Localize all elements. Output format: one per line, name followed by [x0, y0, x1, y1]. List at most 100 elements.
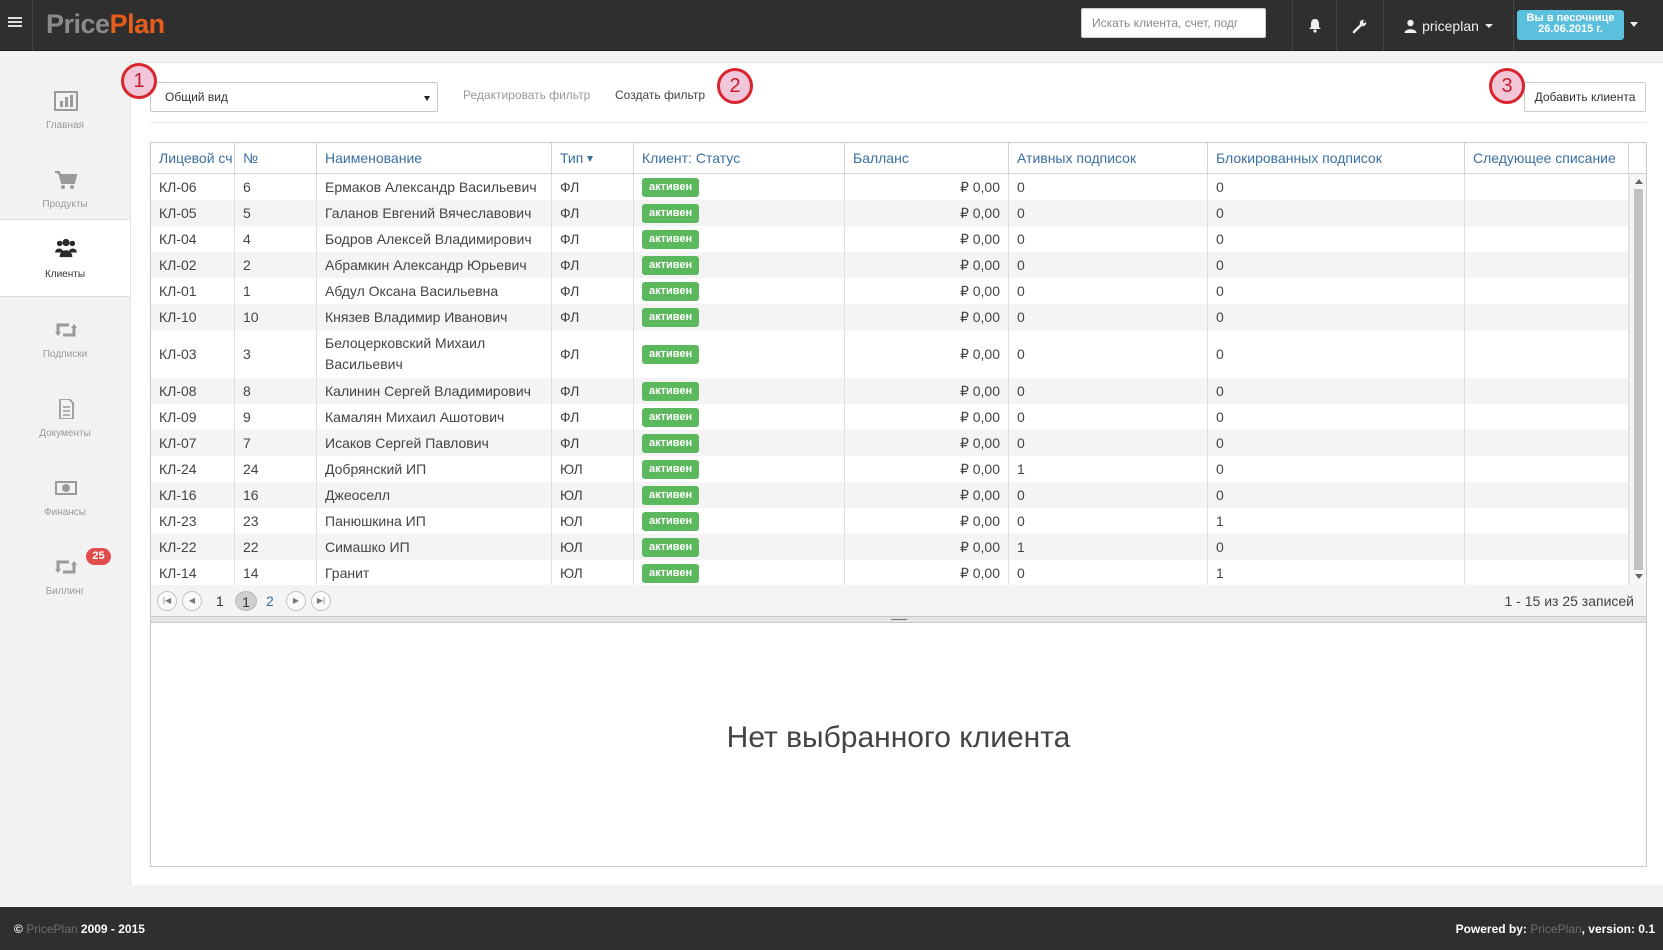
- global-search-input[interactable]: [1081, 8, 1266, 38]
- cell-blocked-subscriptions: 0: [1208, 304, 1465, 330]
- table-row[interactable]: КЛ-07 7 Исаков Сергей Павлович ФЛ активен ₽ 0…: [151, 430, 1629, 456]
- prev-page-icon[interactable]: ◀: [182, 591, 202, 611]
- chevron-down-icon: [1484, 23, 1493, 28]
- cart-icon: [55, 171, 78, 189]
- sidebar-item-products[interactable]: Продукты: [0, 150, 130, 227]
- scroll-up-icon[interactable]: [1635, 179, 1643, 184]
- user-menu-button[interactable]: priceplan: [1383, 0, 1513, 51]
- cell-active-subscriptions: 0: [1009, 278, 1208, 304]
- cell-name: Галанов Евгений Вячеславович: [317, 200, 552, 226]
- version-text: , version: 0.1: [1581, 922, 1655, 936]
- column-header-next-charge[interactable]: Следующее списание: [1465, 143, 1629, 174]
- settings-button[interactable]: [1336, 0, 1383, 51]
- table-row[interactable]: КЛ-03 3 Белоцерковский Михаил Васильевич ФЛ…: [151, 330, 1629, 378]
- cell-blocked-subscriptions: 0: [1208, 482, 1465, 508]
- scrollbar-thumb[interactable]: [1634, 189, 1643, 570]
- column-header-number[interactable]: №: [235, 143, 317, 174]
- cell-status: активен: [634, 278, 845, 304]
- column-header-blocked-subscriptions[interactable]: Блокированных подписок: [1208, 143, 1465, 174]
- cell-name: Калинин Сергей Владимирович: [317, 378, 552, 404]
- add-client-button[interactable]: Добавить клиента: [1524, 82, 1646, 112]
- retweet-icon: [55, 560, 77, 574]
- sidebar-item-label: Биллинг: [45, 586, 85, 597]
- table-body: КЛ-06 6 Ермаков Александр Васильевич ФЛ акти…: [151, 174, 1629, 585]
- cell-number: 23: [235, 508, 317, 534]
- footer: © PricePlan 2009 - 2015 Powered by: Pric…: [0, 907, 1663, 950]
- column-header-active-subscriptions[interactable]: Ативных подписок: [1009, 143, 1208, 174]
- sandbox-badge[interactable]: Вы в песочнице 26.06.2015 г.: [1517, 10, 1624, 40]
- user-name: priceplan: [1422, 17, 1479, 34]
- cell-active-subscriptions: 0: [1009, 430, 1208, 456]
- table-row[interactable]: КЛ-02 2 Абрамкин Александр Юрьевич ФЛ активе…: [151, 252, 1629, 278]
- cell-number: 22: [235, 534, 317, 560]
- sidebar-item-home[interactable]: Главная: [0, 71, 130, 148]
- table-row[interactable]: КЛ-24 24 Добрянский ИП ЮЛ активен ₽ 0,00 1 0: [151, 456, 1629, 482]
- cell-name: Абдул Оксана Васильевна: [317, 278, 552, 304]
- column-header-type[interactable]: Тип: [552, 143, 634, 174]
- column-header-name[interactable]: Наименование: [317, 143, 552, 174]
- cell-active-subscriptions: 0: [1009, 560, 1208, 585]
- page-link-1[interactable]: 1: [216, 591, 224, 611]
- table-row[interactable]: КЛ-23 23 Панюшкина ИП ЮЛ активен ₽ 0,00 0 1: [151, 508, 1629, 534]
- menu-toggle-button[interactable]: [0, 0, 33, 51]
- pager-info: 1 - 15 из 25 записей: [1504, 593, 1635, 609]
- table-row[interactable]: КЛ-01 1 Абдул Оксана Васильевна ФЛ активен ₽ …: [151, 278, 1629, 304]
- sidebar-item-billing[interactable]: Биллинг: [0, 537, 130, 614]
- cell-type: ЮЛ: [552, 482, 634, 508]
- sandbox-date: 26.06.2015 г.: [1538, 23, 1603, 35]
- table-scrollbar[interactable]: [1629, 174, 1646, 585]
- cell-active-subscriptions: 0: [1009, 508, 1208, 534]
- column-header-account[interactable]: Лицевой сч: [151, 143, 235, 174]
- table-row[interactable]: КЛ-10 10 Князев Владимир Иванович ФЛ активен…: [151, 304, 1629, 330]
- sidebar-item-clients[interactable]: Клиенты: [0, 219, 130, 297]
- cell-active-subscriptions: 0: [1009, 304, 1208, 330]
- cell-type: ЮЛ: [552, 456, 634, 482]
- money-icon: [55, 481, 77, 495]
- app-logo[interactable]: PricePlan: [46, 9, 165, 40]
- edit-filter-link[interactable]: Редактировать фильтр: [463, 88, 590, 102]
- next-page-icon[interactable]: ▶: [286, 591, 306, 611]
- cell-balance: ₽ 0,00: [845, 278, 1009, 304]
- notifications-button[interactable]: [1292, 0, 1336, 51]
- cell-number: 14: [235, 560, 317, 585]
- hamburger-bar: [8, 25, 22, 27]
- table-row[interactable]: КЛ-16 16 Джеоселл ЮЛ активен ₽ 0,00 0 0: [151, 482, 1629, 508]
- sidebar-item-finance[interactable]: Финансы: [0, 458, 130, 535]
- table-row[interactable]: КЛ-06 6 Ермаков Александр Васильевич ФЛ акти…: [151, 174, 1629, 200]
- clients-table: Лицевой сч № Наименование Тип Клиент: Ст…: [150, 142, 1647, 586]
- last-page-icon[interactable]: ▶|: [311, 591, 331, 611]
- cell-number: 7: [235, 430, 317, 456]
- table-row[interactable]: КЛ-04 4 Бодров Алексей Владимирович ФЛ актив…: [151, 226, 1629, 252]
- footer-version: Powered by: PricePlan, version: 0.1: [1456, 922, 1655, 936]
- sort-desc-icon: [587, 156, 594, 162]
- cell-type: ЮЛ: [552, 508, 634, 534]
- column-header-balance[interactable]: Балланс: [845, 143, 1009, 174]
- retweet-icon: [55, 323, 77, 337]
- status-badge: активен: [642, 459, 700, 479]
- splitter-grip[interactable]: [891, 619, 907, 620]
- create-filter-link[interactable]: Создать фильтр: [615, 88, 705, 102]
- cell-balance: ₽ 0,00: [845, 174, 1009, 200]
- chevron-down-icon[interactable]: [1630, 22, 1638, 27]
- sidebar-item-documents[interactable]: Документы: [0, 379, 130, 456]
- filter-view-select[interactable]: Общий вид: [150, 82, 438, 112]
- cell-active-subscriptions: 0: [1009, 378, 1208, 404]
- sidebar-item-subscriptions[interactable]: Подписки: [0, 300, 130, 377]
- empty-detail-message: Нет выбранного клиента: [726, 721, 1071, 754]
- cell-active-subscriptions: 0: [1009, 330, 1208, 378]
- table-row[interactable]: КЛ-14 14 Гранит ЮЛ активен ₽ 0,00 0 1: [151, 560, 1629, 585]
- table-row[interactable]: КЛ-08 8 Калинин Сергей Владимирович ФЛ актив…: [151, 378, 1629, 404]
- table-row[interactable]: КЛ-22 22 Симашко ИП ЮЛ активен ₽ 0,00 1 0: [151, 534, 1629, 560]
- page-link-2[interactable]: 2: [266, 591, 274, 611]
- column-header-status[interactable]: Клиент: Статус: [634, 143, 845, 174]
- cell-balance: ₽ 0,00: [845, 482, 1009, 508]
- cell-balance: ₽ 0,00: [845, 330, 1009, 378]
- table-row[interactable]: КЛ-09 9 Камалян Михаил Ашотович ФЛ активен ₽ …: [151, 404, 1629, 430]
- cell-type: ФЛ: [552, 278, 634, 304]
- first-page-icon[interactable]: |◀: [157, 591, 177, 611]
- cell-name: Белоцерковский Михаил Васильевич: [317, 330, 552, 378]
- table-row[interactable]: КЛ-05 5 Галанов Евгений Вячеславович ФЛ акти…: [151, 200, 1629, 226]
- cell-blocked-subscriptions: 0: [1208, 278, 1465, 304]
- cell-status: активен: [634, 304, 845, 330]
- scroll-down-icon[interactable]: [1635, 574, 1643, 579]
